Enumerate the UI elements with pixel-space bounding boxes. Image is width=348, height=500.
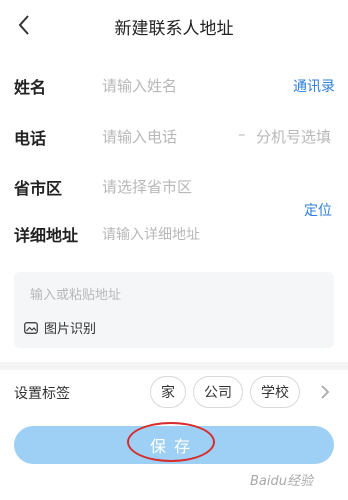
phone-input[interactable]: 请输入电话	[102, 126, 177, 147]
tag-company[interactable]: 公司	[193, 376, 243, 408]
chevron-right-icon	[321, 385, 330, 399]
extension-input[interactable]: 分机号选填	[256, 126, 331, 147]
tag-home[interactable]: 家	[150, 376, 186, 408]
image-icon	[24, 321, 38, 334]
save-button[interactable]: 保存	[14, 426, 334, 464]
name-input[interactable]: 请输入姓名	[102, 75, 177, 96]
tag-school[interactable]: 学校	[250, 376, 300, 408]
image-recognition-label: 图片识别	[44, 322, 97, 337]
phone-label: 电话	[14, 129, 47, 148]
more-tags-button[interactable]	[318, 382, 332, 402]
section-divider	[0, 362, 348, 370]
name-label: 姓名	[14, 78, 47, 97]
detail-label: 详细地址	[14, 226, 79, 245]
watermark: Baidu经验	[250, 474, 313, 489]
phone-separator: –	[238, 125, 246, 143]
contacts-link[interactable]: 通讯录	[293, 76, 335, 96]
image-recognition-button[interactable]: 图片识别	[24, 318, 96, 337]
detail-input[interactable]: 请输入详细地址	[102, 224, 200, 244]
page-title: 新建联系人地址	[114, 19, 234, 39]
save-label: 保存	[149, 437, 198, 456]
tags-label: 设置标签	[14, 386, 70, 402]
paste-address-input[interactable]: 输入或粘贴地址	[30, 284, 121, 303]
region-select[interactable]: 请选择省市区	[102, 176, 192, 197]
locate-link[interactable]: 定位	[304, 200, 332, 220]
region-label: 省市区	[14, 179, 63, 198]
